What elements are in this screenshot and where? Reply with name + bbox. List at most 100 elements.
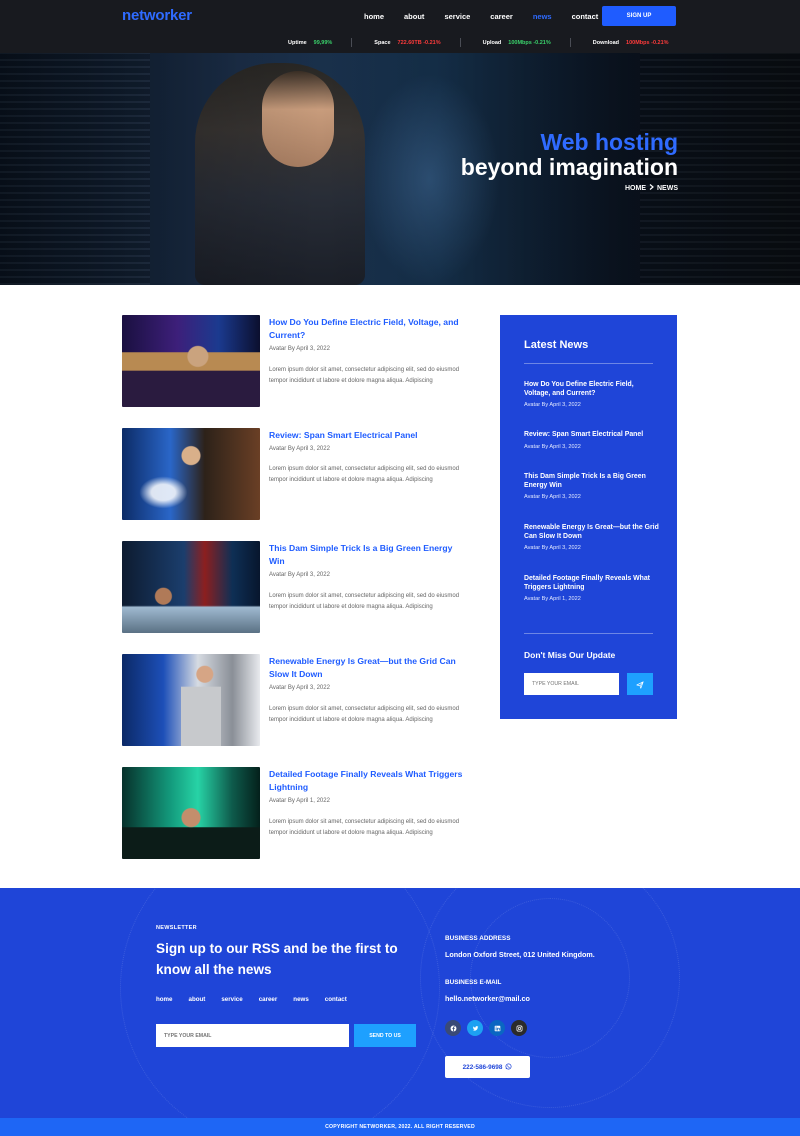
send-to-us-button[interactable]: SEND TO US <box>354 1024 416 1047</box>
footer-nav-career[interactable]: career <box>259 996 278 1003</box>
social-links <box>445 1020 527 1036</box>
nav-contact[interactable]: contact <box>572 12 599 21</box>
sidebar-news-title[interactable]: This Dam Simple Trick Is a Big Green Ene… <box>524 473 659 490</box>
post-thumbnail[interactable] <box>122 315 260 407</box>
post-meta: Avatar By April 3, 2022 <box>269 446 330 452</box>
footer-nav-contact[interactable]: contact <box>325 996 347 1003</box>
phone-number: 222-586-9698 <box>462 1063 503 1071</box>
post-thumbnail[interactable] <box>122 654 260 746</box>
post-title[interactable]: Renewable Energy Is Great—but the Grid C… <box>269 655 469 681</box>
stat-divider <box>351 38 353 47</box>
divider <box>524 633 653 634</box>
post-meta: Avatar By April 1, 2022 <box>269 798 330 804</box>
sign-up-button[interactable]: SIGN UP <box>602 6 676 26</box>
site-footer: NEWSLETTER Sign up to our RSS and be the… <box>0 888 800 1118</box>
stat-upload: Upload 100Mbps -0.21% <box>483 38 593 47</box>
logo[interactable]: networker <box>122 7 192 24</box>
stat-value: 99,99% <box>313 39 333 46</box>
sidebar-news-meta: Avatar By April 3, 2022 <box>524 494 581 500</box>
post-title[interactable]: This Dam Simple Trick Is a Big Green Ene… <box>269 542 469 568</box>
sidebar-news-meta: Avatar By April 3, 2022 <box>524 443 581 450</box>
post-meta: Avatar By April 3, 2022 <box>269 685 330 691</box>
sidebar-news-item[interactable]: Review: Span Smart Electrical Panel Avat… <box>524 431 659 450</box>
latest-news-sidebar: Latest News How Do You Define Electric F… <box>500 315 677 719</box>
stat-download: Download 100Mbps -0.21% <box>593 38 669 47</box>
sidebar-news-meta: Avatar By April 3, 2022 <box>524 402 581 408</box>
paper-plane-icon <box>636 677 644 692</box>
sidebar-news-item[interactable]: This Dam Simple Trick Is a Big Green Ene… <box>524 473 659 500</box>
site-header: networker home about service career news… <box>0 0 800 53</box>
stat-divider <box>459 38 461 47</box>
sidebar-email-input[interactable] <box>524 673 619 695</box>
phone-button[interactable]: 222-586-9698 <box>445 1056 530 1078</box>
post-excerpt: Lorem ipsum dolor sit amet, consectetur … <box>269 819 460 836</box>
hero-title-accent: Web hosting <box>540 129 678 155</box>
footer-nav-about[interactable]: about <box>189 996 206 1003</box>
linkedin-icon[interactable] <box>489 1020 505 1036</box>
breadcrumb-home[interactable]: HOME <box>625 185 646 192</box>
copyright-bar: COPYRIGHT NETWORKER, 2022. ALL RIGHT RES… <box>0 1118 800 1136</box>
sidebar-news-item[interactable]: Renewable Energy Is Great—but the Grid C… <box>524 524 659 551</box>
stat-value: 100Mbps -0.21% <box>626 39 669 46</box>
divider <box>524 363 653 364</box>
post-excerpt: Lorem ipsum dolor sit amet, consectetur … <box>269 593 460 610</box>
newsletter-label: NEWSLETTER <box>156 925 197 931</box>
post-card: How Do You Define Electric Field, Voltag… <box>122 315 467 407</box>
sidebar-title: Latest News <box>524 339 589 351</box>
post-title[interactable]: How Do You Define Electric Field, Voltag… <box>269 316 469 342</box>
sidebar-news-meta: Avatar By April 3, 2022 <box>524 545 581 551</box>
newsletter-email-input[interactable] <box>156 1024 349 1047</box>
nav-about[interactable]: about <box>404 12 424 21</box>
sidebar-news-title[interactable]: Renewable Energy Is Great—but the Grid C… <box>524 524 659 541</box>
hero-banner: Web hosting beyond imagination HOME NEWS <box>0 53 800 285</box>
sidebar-news-title[interactable]: Review: Span Smart Electrical Panel <box>524 431 659 440</box>
breadcrumb-current: NEWS <box>657 184 678 192</box>
nav-news[interactable]: news <box>533 12 552 21</box>
post-card: Review: Span Smart Electrical Panel Avat… <box>122 428 467 520</box>
newsletter-title: Sign up to our RSS and be the first to k… <box>156 941 398 977</box>
post-title[interactable]: Review: Span Smart Electrical Panel <box>269 429 469 442</box>
sidebar-news-title[interactable]: How Do You Define Electric Field, Voltag… <box>524 381 659 398</box>
post-thumbnail[interactable] <box>122 428 260 520</box>
footer-nav-service[interactable]: service <box>221 996 242 1003</box>
post-meta: Avatar By April 3, 2022 <box>269 346 330 352</box>
post-excerpt: Lorem ipsum dolor sit amet, consectetur … <box>269 466 460 483</box>
footer-nav-news[interactable]: news <box>293 996 308 1003</box>
email-label: BUSINESS E-MAIL <box>445 979 502 986</box>
chevron-right-icon <box>649 184 654 192</box>
post-excerpt: Lorem ipsum dolor sit amet, consectetur … <box>269 367 460 384</box>
nav-career[interactable]: career <box>490 12 513 21</box>
stat-divider <box>569 38 571 47</box>
stat-space: Space 722.60TB -0.21% <box>374 38 482 47</box>
stat-label: Download <box>592 39 620 46</box>
update-title: Don't Miss Our Update <box>524 650 616 660</box>
post-thumbnail[interactable] <box>122 767 260 859</box>
facebook-icon[interactable] <box>445 1020 461 1036</box>
post-card: This Dam Simple Trick Is a Big Green Ene… <box>122 541 467 633</box>
post-meta: Avatar By April 3, 2022 <box>269 572 330 578</box>
nav-service[interactable]: service <box>444 12 470 21</box>
sidebar-news-item[interactable]: Detailed Footage Finally Reveals What Tr… <box>524 575 659 602</box>
footer-nav-home[interactable]: home <box>156 996 173 1003</box>
stat-label: Upload <box>482 39 502 46</box>
stat-label: Uptime <box>288 39 307 46</box>
stat-value: 100Mbps -0.21% <box>508 39 551 46</box>
twitter-icon[interactable] <box>467 1020 483 1036</box>
sidebar-news-item[interactable]: How Do You Define Electric Field, Voltag… <box>524 381 659 408</box>
nav-home[interactable]: home <box>364 12 384 21</box>
sidebar-news-meta: Avatar By April 1, 2022 <box>524 596 581 602</box>
post-title[interactable]: Detailed Footage Finally Reveals What Tr… <box>269 768 469 794</box>
post-excerpt: Lorem ipsum dolor sit amet, consectetur … <box>269 706 460 723</box>
post-card: Detailed Footage Finally Reveals What Tr… <box>122 767 467 859</box>
post-thumbnail[interactable] <box>122 541 260 633</box>
instagram-icon[interactable] <box>511 1020 527 1036</box>
email-value[interactable]: hello.networker@mail.co <box>445 994 530 1003</box>
post-card: Renewable Energy Is Great—but the Grid C… <box>122 654 467 746</box>
decor-ring <box>120 888 440 1118</box>
stat-value: 722.60TB -0.21% <box>397 39 441 46</box>
sidebar-send-button[interactable] <box>627 673 653 695</box>
stat-label: Space <box>374 39 391 46</box>
main-nav: home about service career news contact <box>364 12 618 21</box>
sidebar-news-title[interactable]: Detailed Footage Finally Reveals What Tr… <box>524 575 659 592</box>
hero-overlay <box>0 53 800 285</box>
